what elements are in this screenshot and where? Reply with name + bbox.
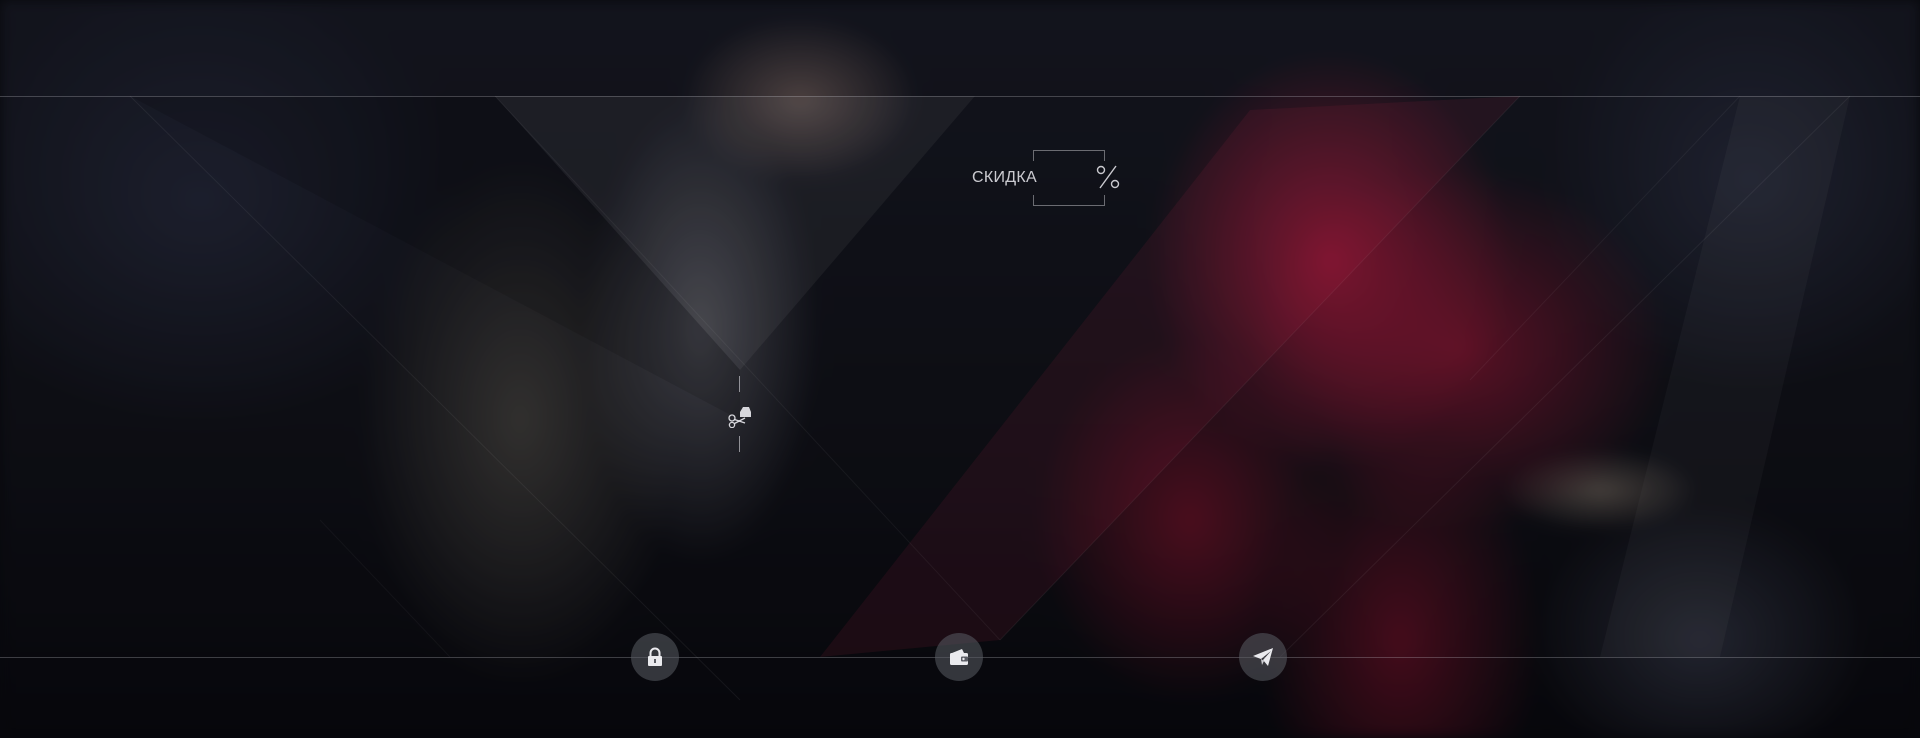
top-divider-line: [0, 96, 1920, 97]
lock-button[interactable]: [631, 633, 679, 681]
diamond-shape-far-right: [1600, 96, 1850, 657]
hero-banner: СКИДКА: [0, 0, 1920, 738]
discount-label: СКИДКА: [972, 169, 1038, 186]
discount-badge[interactable]: СКИДКА: [972, 150, 1120, 206]
scissors-icon: [727, 400, 753, 429]
coupon-divider: [727, 376, 753, 452]
wallet-button[interactable]: [935, 633, 983, 681]
percent-icon: [1094, 162, 1122, 192]
diamond-shape-right: [820, 96, 1520, 657]
lock-icon: [648, 647, 662, 666]
paper-plane-icon: [1253, 648, 1273, 666]
wallet-icon: [950, 649, 968, 665]
geometric-overlay: [129, 95, 1851, 701]
send-button[interactable]: [1239, 633, 1287, 681]
